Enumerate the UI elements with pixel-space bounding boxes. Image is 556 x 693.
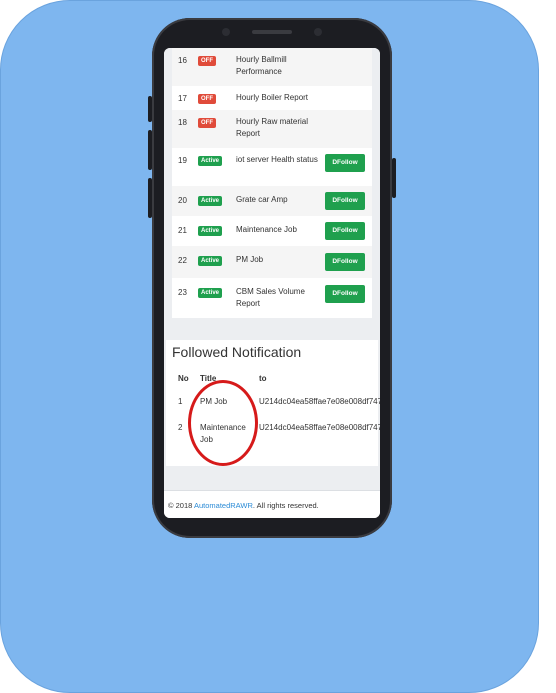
notification-recipient: U214dc04ea58ffae7e08e008df747 xyxy=(259,423,380,432)
table-row: 18 OFF Hourly Raw material Report xyxy=(172,110,372,148)
notification-number: 1 xyxy=(178,397,183,406)
dfollow-button[interactable]: DFollow xyxy=(325,222,365,240)
copyright-prefix: © 2018 xyxy=(168,501,194,510)
notification-recipient: U214dc04ea58ffae7e08e008df747 xyxy=(259,397,380,406)
row-number: 21 xyxy=(178,226,187,235)
phone-frame: 16 OFF Hourly Ballmill Performance 17 OF… xyxy=(148,18,396,538)
table-row: 20 Active Grate car Amp DFollow xyxy=(172,186,372,216)
page-footer: © 2018 AutomatedRAWR. All rights reserve… xyxy=(164,490,380,518)
earpiece-speaker xyxy=(252,30,292,34)
row-number: 22 xyxy=(178,256,187,265)
column-header-no: No xyxy=(178,374,189,383)
dfollow-button[interactable]: DFollow xyxy=(325,192,365,210)
table-row: 19 Active iot server Health status DFoll… xyxy=(172,148,372,186)
table-row: 22 Active PM Job DFollow xyxy=(172,246,372,278)
status-badge: Active xyxy=(198,196,223,206)
dfollow-button[interactable]: DFollow xyxy=(325,285,365,303)
report-title: Hourly Raw material Report xyxy=(236,117,309,138)
report-title: Hourly Boiler Report xyxy=(236,93,309,102)
status-badge: Active xyxy=(198,226,223,236)
status-badge: OFF xyxy=(198,94,216,104)
report-title: CBM Sales Volume Report xyxy=(236,287,305,308)
table-row: 23 Active CBM Sales Volume Report DFollo… xyxy=(172,278,372,318)
status-badge: OFF xyxy=(198,118,216,128)
row-number: 16 xyxy=(178,56,187,65)
table-row: 17 OFF Hourly Boiler Report xyxy=(172,86,372,110)
report-title: Grate car Amp xyxy=(236,195,288,204)
report-title: PM Job xyxy=(236,255,264,264)
report-title: Maintenance Job xyxy=(236,225,297,234)
power-button xyxy=(392,158,396,198)
volume-down-button xyxy=(148,130,152,170)
row-number: 18 xyxy=(178,118,187,127)
status-badge: Active xyxy=(198,288,223,298)
bixby-button xyxy=(148,178,152,218)
sensor-dot xyxy=(222,28,230,36)
report-title: Hourly Ballmill Performance xyxy=(236,55,287,76)
volume-up-button xyxy=(148,96,152,122)
column-header-to: to xyxy=(259,374,267,383)
table-row: 16 OFF Hourly Ballmill Performance xyxy=(172,48,372,86)
section-heading: Followed Notification xyxy=(172,344,302,360)
status-badge: Active xyxy=(198,256,223,266)
table-row: 21 Active Maintenance Job DFollow xyxy=(172,216,372,246)
front-camera xyxy=(314,28,322,36)
notification-number: 2 xyxy=(178,423,183,432)
dfollow-button[interactable]: DFollow xyxy=(325,154,365,172)
copyright-text: © 2018 AutomatedRAWR. All rights reserve… xyxy=(168,501,319,510)
copyright-suffix: . All rights reserved. xyxy=(252,501,319,510)
highlight-circle xyxy=(188,380,258,466)
row-number: 23 xyxy=(178,288,187,297)
status-badge: OFF xyxy=(198,56,216,66)
row-number: 17 xyxy=(178,94,187,103)
row-number: 20 xyxy=(178,196,187,205)
status-badge: Active xyxy=(198,156,223,166)
row-number: 19 xyxy=(178,156,187,165)
report-title: iot server Health status xyxy=(236,155,318,164)
brand-link[interactable]: AutomatedRAWR xyxy=(194,501,253,510)
dfollow-button[interactable]: DFollow xyxy=(325,253,365,271)
